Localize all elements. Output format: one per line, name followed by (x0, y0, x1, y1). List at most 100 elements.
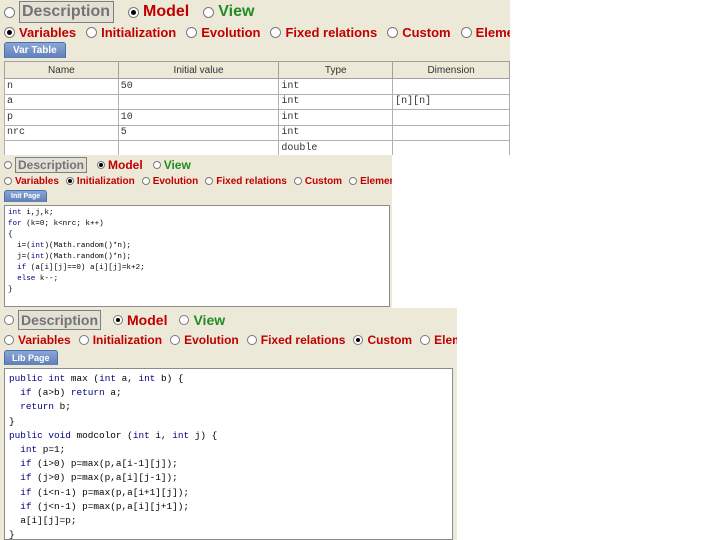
fixed-relations-radio[interactable] (205, 177, 214, 185)
subtab-fixed-relations[interactable]: Fixed relations (270, 25, 377, 40)
fixed-relations-radio[interactable] (246, 334, 257, 345)
view-radio[interactable] (152, 160, 161, 169)
elements-radio[interactable] (460, 27, 472, 38)
subtab-fixed-relations[interactable]: Fixed relations (205, 176, 287, 187)
tab-view[interactable]: View (203, 3, 254, 21)
fixed-relations-radio[interactable] (270, 27, 282, 38)
subtab-variables[interactable]: Variables (4, 176, 59, 187)
initialization-radio[interactable] (78, 334, 89, 345)
subtab-variables[interactable]: Variables (4, 25, 76, 40)
model-radio[interactable] (113, 314, 124, 325)
code-line: int i,j,k; (8, 209, 54, 217)
table-row[interactable]: nrc 5 int (4, 124, 510, 141)
subtab-elements[interactable]: Elements (349, 176, 392, 187)
code-line: if (i<n-1) p=max(p,a[i+1][j]); (20, 486, 190, 498)
initialization-radio[interactable] (86, 27, 98, 38)
subtab-custom[interactable]: Custom (387, 25, 451, 40)
subtab-label: Variables (18, 332, 71, 347)
elements-radio[interactable] (349, 177, 358, 185)
cell-type[interactable]: int (278, 78, 394, 95)
tab-var-table[interactable]: Var Table (4, 42, 66, 58)
code-editor-custom[interactable]: public int max (int a, int b) { if (a>b)… (4, 368, 453, 540)
model-radio[interactable] (128, 6, 140, 18)
subtab-evolution[interactable]: Evolution (186, 25, 260, 40)
cell-name[interactable]: n (4, 78, 119, 95)
subtab-variables[interactable]: Variables (4, 333, 71, 347)
subtab-custom[interactable]: Custom (293, 176, 342, 187)
cell-dimension[interactable] (392, 124, 510, 141)
subtab-label: Variables (15, 175, 59, 187)
table-row[interactable]: double (4, 140, 510, 155)
initialization-radio[interactable] (65, 177, 74, 185)
subtab-evolution[interactable]: Evolution (141, 176, 198, 187)
view-radio[interactable] (179, 314, 190, 325)
cell-initial-value[interactable] (117, 140, 280, 155)
table-row[interactable]: a int [n][n] (4, 93, 510, 110)
subtab-initialization[interactable]: Initialization (86, 25, 176, 40)
cell-dimension[interactable]: [n][n] (392, 93, 510, 110)
cell-type[interactable]: double (278, 140, 394, 155)
tab-model[interactable]: Model (128, 3, 189, 21)
model-radio[interactable] (97, 160, 106, 169)
cell-dimension[interactable] (392, 78, 510, 95)
subtab-fixed-relations[interactable]: Fixed relations (246, 332, 346, 347)
cell-dimension[interactable] (392, 140, 510, 155)
view-radio[interactable] (203, 6, 215, 18)
subtab-evolution[interactable]: Evolution (170, 333, 239, 347)
subtab-elements[interactable]: Elements (420, 333, 457, 347)
variables-radio[interactable] (4, 177, 12, 185)
cell-initial-value[interactable] (117, 93, 280, 110)
tab-description[interactable]: Description (4, 1, 115, 23)
code-line: for (k=0; k<nrc; k++) (8, 220, 104, 228)
custom-radio[interactable] (387, 27, 399, 38)
cell-name[interactable]: p (4, 109, 119, 126)
custom-radio[interactable] (293, 177, 302, 185)
code-editor-init[interactable]: int i,j,k; for (k=0; k<nrc; k++) { i=(int)… (4, 205, 390, 307)
evolution-radio[interactable] (141, 177, 150, 185)
description-radio[interactable] (4, 160, 12, 169)
cell-name[interactable]: a (4, 93, 119, 110)
description-radio[interactable] (4, 6, 15, 18)
subtab-custom[interactable]: Custom (353, 333, 412, 347)
column-header-type[interactable]: Type (278, 61, 394, 79)
code-line: return b; (20, 401, 71, 413)
cell-initial-value[interactable]: 50 (117, 78, 280, 95)
page-tab-row: Var Table (0, 41, 510, 58)
tab-lib-page[interactable]: Lib Page (4, 350, 58, 365)
cell-initial-value[interactable]: 5 (117, 124, 280, 141)
tab-model[interactable]: Model (97, 158, 143, 172)
cell-name[interactable]: nrc (4, 124, 119, 141)
tab-init-page[interactable]: Init Page (4, 190, 48, 202)
column-header-name[interactable]: Name (4, 61, 119, 79)
subtab-initialization[interactable]: Initialization (78, 333, 162, 347)
subtab-label: Fixed relations (260, 332, 346, 347)
tab-view[interactable]: View (179, 312, 225, 328)
cell-dimension[interactable] (392, 109, 510, 126)
cell-name[interactable] (4, 140, 119, 155)
subtab-initialization[interactable]: Initialization (65, 175, 135, 187)
cell-initial-value[interactable]: 10 (117, 109, 280, 126)
tab-description[interactable]: Description (4, 156, 88, 173)
tab-view[interactable]: View (152, 158, 191, 172)
cell-type[interactable]: int (278, 124, 394, 141)
tab-model[interactable]: Model (113, 312, 167, 328)
cell-type[interactable]: int (278, 109, 394, 126)
panel-initialization: Description Model View Variables Initial… (0, 155, 392, 308)
subtab-label: Elements (360, 175, 392, 187)
elements-radio[interactable] (420, 334, 431, 345)
variables-radio[interactable] (4, 334, 14, 345)
subtab-label: Initialization (76, 175, 135, 187)
column-header-initial-value[interactable]: Initial value (117, 61, 280, 79)
variables-radio[interactable] (4, 27, 15, 38)
table-row[interactable]: p 10 int (4, 109, 510, 126)
description-radio[interactable] (4, 314, 14, 325)
evolution-radio[interactable] (170, 334, 181, 345)
panel-custom: Description Model View Variables Initial… (0, 308, 457, 540)
tab-description[interactable]: Description (4, 309, 102, 330)
custom-radio[interactable] (353, 334, 364, 345)
subtab-elements[interactable]: Elements (460, 25, 510, 40)
cell-type[interactable]: int (278, 93, 394, 110)
table-row[interactable]: n 50 int (4, 78, 510, 95)
column-header-dimension[interactable]: Dimension (392, 61, 510, 79)
evolution-radio[interactable] (186, 27, 198, 38)
